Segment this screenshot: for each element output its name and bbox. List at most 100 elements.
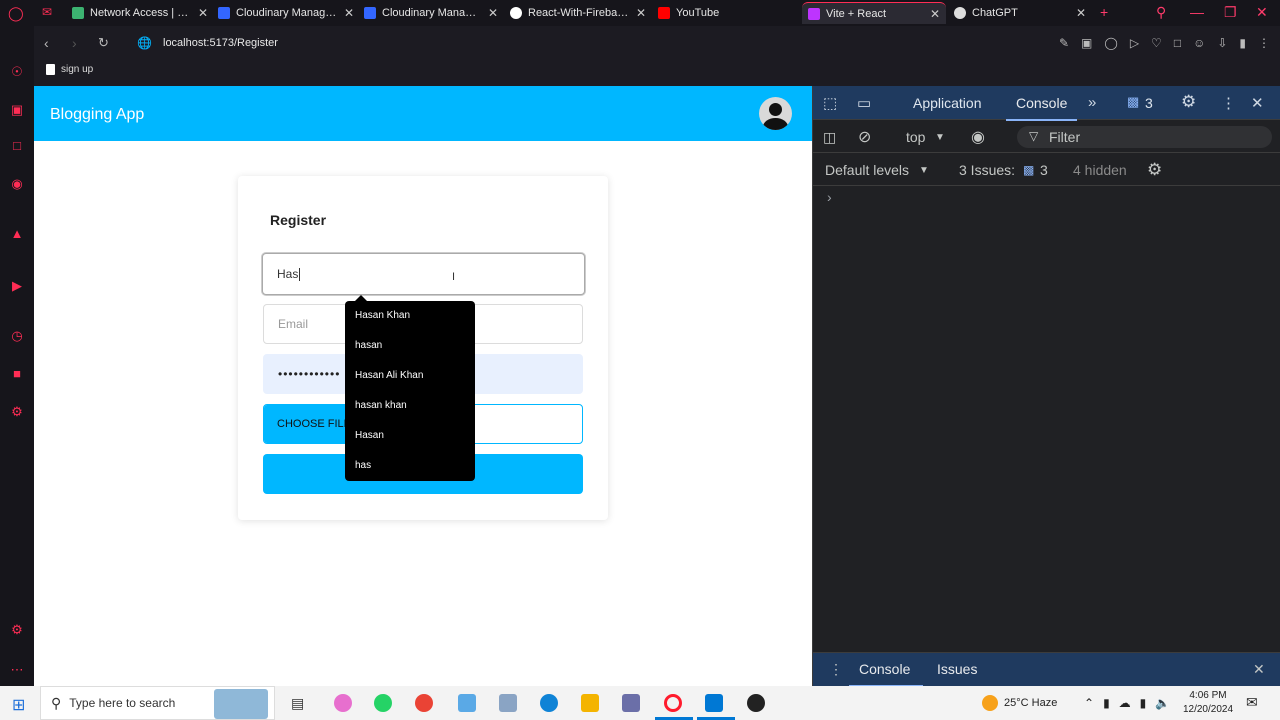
notepad-icon[interactable]: [499, 694, 517, 712]
crypto-wallet-icon[interactable]: ◉: [9, 176, 25, 192]
clear-console-icon[interactable]: ⊘: [858, 127, 871, 147]
play-icon[interactable]: ▷: [1130, 36, 1139, 50]
edit-icon[interactable]: ✎: [1059, 36, 1069, 50]
drawer-tab-console[interactable]: Console: [859, 661, 910, 677]
address-input[interactable]: localhost:5173/Register: [163, 37, 278, 49]
tab-network-access[interactable]: Network Access | Clou ✕: [66, 2, 214, 24]
filter-input[interactable]: ▽ Filter: [1017, 126, 1272, 148]
issues-count[interactable]: 3: [1040, 162, 1048, 178]
devtools-settings-icon[interactable]: ⚙: [1181, 92, 1196, 112]
site-info-icon[interactable]: 🌐: [137, 36, 152, 50]
history-icon[interactable]: ◷: [9, 328, 25, 344]
tab-application[interactable]: Application: [913, 95, 982, 111]
search-tabs-icon[interactable]: ⚲: [1156, 4, 1166, 21]
drawer-close-icon[interactable]: ✕: [1253, 661, 1265, 678]
more-icon[interactable]: ⋯: [9, 662, 25, 678]
battery-icon[interactable]: ▮: [1239, 36, 1246, 50]
autocomplete-item[interactable]: hasan khan: [345, 395, 475, 425]
files-icon[interactable]: [458, 694, 476, 712]
app-title[interactable]: Blogging App: [50, 106, 144, 124]
close-icon[interactable]: ✕: [198, 6, 208, 20]
profile-icon[interactable]: ☺: [1193, 36, 1205, 50]
shopping-icon[interactable]: ▣: [9, 102, 25, 118]
bookmark-sign-up[interactable]: sign up: [46, 64, 93, 75]
close-icon[interactable]: ✕: [636, 6, 646, 20]
device-toolbar-icon[interactable]: ▭: [857, 94, 871, 112]
obs-icon[interactable]: [747, 694, 765, 712]
tab-console[interactable]: Console: [1005, 95, 1078, 121]
autocomplete-item[interactable]: Hasan Khan: [345, 305, 475, 335]
task-view-icon[interactable]: ▤: [291, 695, 304, 712]
more-tabs-icon[interactable]: »: [1088, 94, 1096, 111]
close-icon[interactable]: ✕: [1076, 6, 1086, 20]
full-name-input[interactable]: Has: [262, 253, 585, 295]
chevron-up-icon[interactable]: ⌃: [1084, 696, 1094, 710]
tab-cloudinary-1[interactable]: Cloudinary Manageme ✕: [212, 2, 360, 24]
autocomplete-item[interactable]: Hasan Ali Khan: [345, 365, 475, 395]
tab-github[interactable]: React-With-Firebase/s ✕: [504, 2, 652, 24]
messages-icon[interactable]: ▩: [1127, 94, 1139, 110]
autocomplete-item[interactable]: has: [345, 455, 475, 485]
whatsapp-icon[interactable]: [374, 694, 392, 712]
window-close-button[interactable]: ✕: [1256, 4, 1268, 21]
vscode-icon[interactable]: [705, 694, 723, 712]
avatar[interactable]: [759, 97, 792, 130]
tab-youtube[interactable]: YouTube: [652, 2, 802, 24]
console-settings-icon[interactable]: ⚙: [1147, 160, 1162, 180]
network-icon[interactable]: ☁: [1119, 696, 1131, 710]
eye-icon[interactable]: ◉: [971, 127, 985, 147]
drawer-menu-icon[interactable]: ⋮: [829, 661, 843, 678]
download-icon[interactable]: ⇩: [1217, 36, 1227, 50]
weather-widget[interactable]: 25°C Haze: [982, 686, 1057, 720]
taskbar-search-input[interactable]: ⚲ Type here to search: [40, 686, 275, 720]
devtools-menu-icon[interactable]: ⋮: [1221, 94, 1236, 112]
chrome-icon[interactable]: [415, 694, 433, 712]
levels-dropdown[interactable]: Default levels: [825, 162, 909, 178]
settings-icon[interactable]: ⚙: [9, 404, 25, 420]
tab-vite-react[interactable]: Vite + React ✕: [802, 2, 946, 24]
close-icon[interactable]: ✕: [344, 6, 354, 20]
issues-label[interactable]: 3 Issues:: [959, 162, 1015, 178]
mail-icon[interactable]: ✉: [42, 5, 52, 19]
inspect-element-icon[interactable]: ⬚: [823, 94, 837, 112]
windows-start-icon[interactable]: ⊞: [12, 695, 25, 715]
menu-icon[interactable]: ⋮: [1258, 36, 1270, 50]
maximize-button[interactable]: ❐: [1224, 4, 1237, 21]
volume-icon[interactable]: 🔈: [1155, 696, 1170, 710]
drawer-tab-issues[interactable]: Issues: [937, 661, 977, 677]
adblock-icon[interactable]: ◯: [1104, 36, 1117, 50]
edge-icon[interactable]: [540, 694, 558, 712]
mic-icon[interactable]: ▮: [1140, 696, 1147, 710]
autocomplete-item[interactable]: hasan: [345, 335, 475, 365]
context-selector[interactable]: top: [906, 129, 925, 145]
extensions-icon[interactable]: ■: [9, 366, 25, 382]
opera-logo-icon[interactable]: ◯: [8, 5, 24, 22]
clock[interactable]: 4:06 PM 12/20/2024: [1180, 689, 1236, 717]
new-tab-button[interactable]: +: [1100, 4, 1108, 20]
calculator-icon[interactable]: [622, 694, 640, 712]
close-icon[interactable]: ✕: [930, 7, 940, 21]
forward-button[interactable]: ›: [72, 35, 77, 51]
file-explorer-icon[interactable]: [581, 694, 599, 712]
battery-tray-icon[interactable]: ▮: [1103, 696, 1110, 710]
devtools-close-icon[interactable]: ✕: [1251, 94, 1264, 112]
sidebar-toggle-icon[interactable]: ◫: [823, 129, 836, 146]
reload-button[interactable]: ↻: [98, 35, 109, 51]
player-icon[interactable]: ▶: [9, 278, 25, 294]
autocomplete-item[interactable]: Hasan: [345, 425, 475, 455]
aria-icon[interactable]: ▲: [9, 226, 25, 242]
heart-icon[interactable]: ♡: [1151, 36, 1162, 50]
messages-count[interactable]: 3: [1145, 95, 1153, 111]
cube-icon[interactable]: □: [1174, 36, 1181, 50]
console-prompt[interactable]: ›: [827, 189, 832, 205]
close-icon[interactable]: ✕: [488, 6, 498, 20]
customize-icon[interactable]: ⚙: [9, 622, 25, 638]
twitch-icon[interactable]: □: [9, 138, 25, 154]
tab-chatgpt[interactable]: ChatGPT ✕: [948, 2, 1092, 24]
opera-taskbar-icon[interactable]: [664, 694, 682, 712]
back-button[interactable]: ‹: [44, 35, 49, 51]
minimize-button[interactable]: —: [1190, 4, 1204, 20]
tab-cloudinary-2[interactable]: Cloudinary Manageme ✕: [358, 2, 504, 24]
notification-icon[interactable]: ✉: [1246, 694, 1258, 711]
speed-dial-icon[interactable]: ☉: [9, 64, 25, 80]
